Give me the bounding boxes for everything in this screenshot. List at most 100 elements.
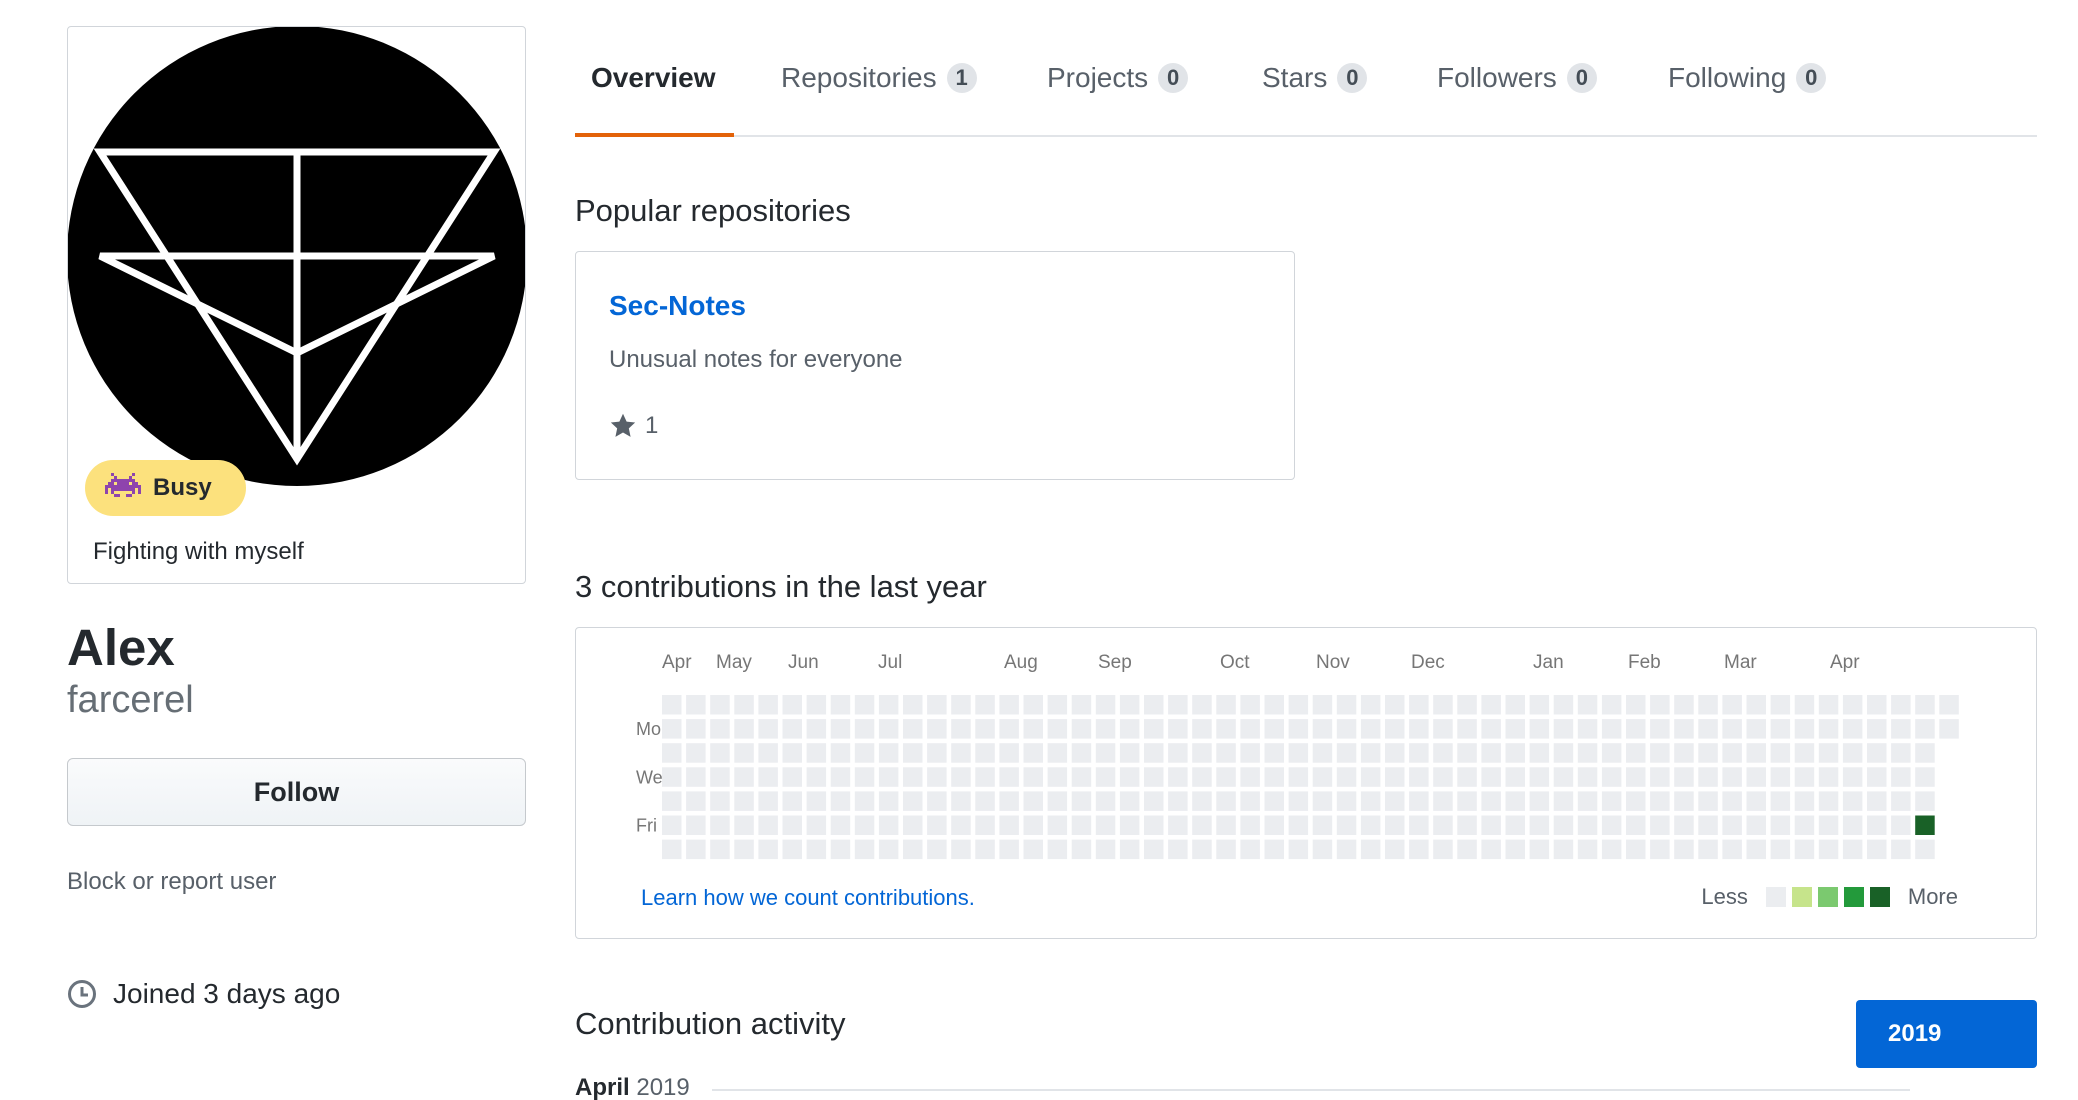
contribution-day[interactable] <box>1770 791 1791 811</box>
contribution-day[interactable] <box>1216 743 1236 763</box>
contribution-day[interactable] <box>854 695 875 715</box>
contribution-day[interactable] <box>1626 791 1646 811</box>
contribution-day[interactable] <box>1674 791 1694 811</box>
contribution-day[interactable] <box>758 815 778 836</box>
contribution-day[interactable] <box>1481 695 1501 715</box>
contribution-day[interactable] <box>1336 743 1357 763</box>
contribution-day[interactable] <box>1240 743 1260 763</box>
contribution-day[interactable] <box>1601 815 1622 836</box>
contribution-day[interactable] <box>1095 767 1116 787</box>
contribution-day[interactable] <box>1481 839 1501 860</box>
contribution-day[interactable] <box>1216 767 1236 787</box>
contribution-day[interactable] <box>1794 695 1815 715</box>
contribution-day[interactable] <box>999 743 1019 763</box>
contribution-day[interactable] <box>1168 743 1188 763</box>
contribution-day[interactable] <box>1360 719 1381 739</box>
contribution-day[interactable] <box>1577 839 1598 860</box>
contribution-day[interactable] <box>1867 695 1887 715</box>
tab-following[interactable]: Following 0 <box>1668 62 1827 94</box>
contribution-day[interactable] <box>1601 791 1622 811</box>
contribution-day[interactable] <box>975 743 995 763</box>
contribution-day[interactable] <box>1095 839 1116 860</box>
contribution-day[interactable] <box>710 791 730 811</box>
contribution-day[interactable] <box>1891 695 1911 715</box>
contribution-day[interactable] <box>1144 695 1164 715</box>
contribution-day[interactable] <box>1818 719 1839 739</box>
contribution-day[interactable] <box>1360 767 1381 787</box>
contribution-day[interactable] <box>927 791 947 811</box>
contribution-day[interactable] <box>1119 839 1140 860</box>
contribution-day[interactable] <box>1312 839 1333 860</box>
contribution-day[interactable] <box>1312 815 1333 836</box>
avatar[interactable] <box>68 27 526 486</box>
repo-stars[interactable]: 1 <box>609 412 658 440</box>
contribution-day[interactable] <box>854 839 875 860</box>
contribution-day[interactable] <box>951 743 971 763</box>
contribution-day[interactable] <box>830 743 851 763</box>
contribution-day[interactable] <box>1168 839 1188 860</box>
contribution-day[interactable] <box>830 767 851 787</box>
contribution-day[interactable] <box>1842 767 1863 787</box>
contribution-day[interactable] <box>1433 767 1453 787</box>
contribution-day[interactable] <box>1144 791 1164 811</box>
contribution-day[interactable] <box>1481 815 1501 836</box>
contribution-day[interactable] <box>999 815 1019 836</box>
tab-repositories[interactable]: Repositories 1 <box>781 62 977 94</box>
contribution-day[interactable] <box>1577 791 1598 811</box>
contribution-day[interactable] <box>1240 767 1260 787</box>
contribution-day[interactable] <box>1385 815 1405 836</box>
contribution-day[interactable] <box>1842 791 1863 811</box>
contribution-day[interactable] <box>1505 839 1526 860</box>
contribution-day[interactable] <box>1312 767 1333 787</box>
contribution-day[interactable] <box>1071 767 1092 787</box>
contribution-day[interactable] <box>1626 839 1646 860</box>
contribution-day[interactable] <box>1288 719 1309 739</box>
contribution-day[interactable] <box>1336 719 1357 739</box>
contribution-day[interactable] <box>806 791 827 811</box>
contribution-day[interactable] <box>1240 839 1260 860</box>
contribution-day[interactable] <box>1867 719 1887 739</box>
contribution-day[interactable] <box>1047 719 1068 739</box>
contribution-day[interactable] <box>1433 743 1453 763</box>
contribution-day[interactable] <box>686 695 706 715</box>
contribution-day[interactable] <box>1119 791 1140 811</box>
contribution-day[interactable] <box>1216 719 1236 739</box>
contribution-day[interactable] <box>662 791 682 811</box>
contribution-day[interactable] <box>1433 839 1453 860</box>
contribution-day[interactable] <box>1770 815 1791 836</box>
contribution-day[interactable] <box>806 815 827 836</box>
contribution-day[interactable] <box>806 839 827 860</box>
contribution-day[interactable] <box>1360 839 1381 860</box>
contribution-day[interactable] <box>1023 791 1044 811</box>
contribution-day[interactable] <box>1626 767 1646 787</box>
contribution-day[interactable] <box>1577 815 1598 836</box>
contribution-day[interactable] <box>1650 743 1670 763</box>
contribution-day[interactable] <box>1674 767 1694 787</box>
contribution-day[interactable] <box>854 743 875 763</box>
contribution-day[interactable] <box>1650 791 1670 811</box>
contribution-day[interactable] <box>1626 719 1646 739</box>
contribution-day[interactable] <box>1650 719 1670 739</box>
contribution-day[interactable] <box>1867 767 1887 787</box>
contribution-day[interactable] <box>1698 815 1718 836</box>
contribution-day[interactable] <box>1698 767 1718 787</box>
contribution-day[interactable] <box>1071 791 1092 811</box>
contribution-day[interactable] <box>1770 695 1791 715</box>
contribution-day[interactable] <box>1891 743 1911 763</box>
contribution-day[interactable] <box>1433 815 1453 836</box>
contribution-day[interactable] <box>1626 743 1646 763</box>
contribution-day[interactable] <box>951 719 971 739</box>
contribution-day[interactable] <box>734 767 754 787</box>
contribution-day[interactable] <box>1650 767 1670 787</box>
contribution-day[interactable] <box>1553 719 1574 739</box>
contribution-day[interactable] <box>1216 695 1236 715</box>
contribution-day[interactable] <box>1433 719 1453 739</box>
contribution-day[interactable] <box>1770 767 1791 787</box>
contribution-day[interactable] <box>686 815 706 836</box>
contribution-day[interactable] <box>999 695 1019 715</box>
contribution-day[interactable] <box>1794 719 1815 739</box>
contribution-day[interactable] <box>1023 815 1044 836</box>
contribution-day[interactable] <box>975 815 995 836</box>
contribution-day[interactable] <box>662 839 682 860</box>
contribution-day[interactable] <box>1071 815 1092 836</box>
